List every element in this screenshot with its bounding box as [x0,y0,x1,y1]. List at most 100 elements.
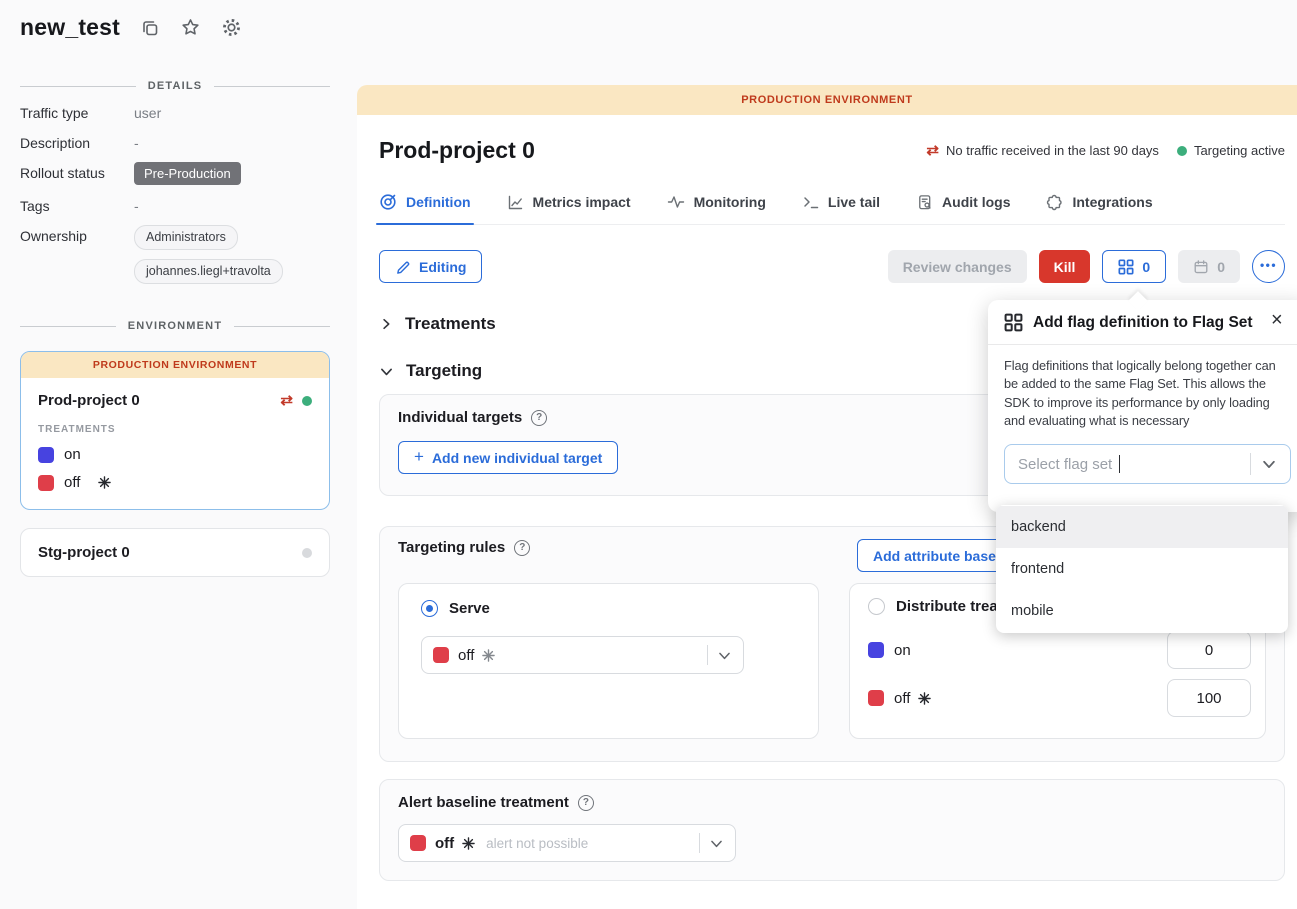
app-header: new_test [20,14,242,41]
toolbar: Editing Review changes Kill 0 [379,250,1285,283]
popover-title: Add flag definition to Flag Set [1033,314,1253,332]
close-icon[interactable]: × [1271,310,1283,330]
targeting-status: Targeting active [1177,143,1285,158]
divider [707,645,708,665]
treatments-heading: TREATMENTS [38,424,312,435]
flag-set-option-backend[interactable]: backend [996,506,1288,548]
tags-value: - [134,198,139,215]
no-traffic-icon: ⇄ [926,143,939,158]
alert-baseline-select[interactable]: off alert not possible [398,824,736,862]
distribute-row-off: off [864,679,1251,717]
editing-button[interactable]: Editing [379,250,482,283]
star-icon[interactable] [180,17,201,38]
select-placeholder: Select flag set [1018,456,1112,473]
treatment-off-row: off [38,474,312,491]
page-title: Prod-project 0 [379,137,535,164]
rollout-status-badge: Pre-Production [134,162,241,185]
tab-definition[interactable]: Definition [379,193,471,224]
distribute-radio[interactable] [868,598,885,615]
flag-sets-button[interactable]: 0 [1102,250,1166,283]
divider [699,833,700,853]
treatment-on-swatch [38,447,54,463]
schedule-count: 0 [1217,259,1225,275]
gear-icon[interactable] [221,17,242,38]
screen: new_test DETAILS Traffic type user Desc [0,0,1297,909]
flag-set-dropdown: backend frontend mobile [996,505,1288,633]
tab-audit-logs[interactable]: Audit logs [916,193,1010,224]
default-treatment-asterisk-icon [98,476,111,489]
divider [20,326,116,327]
flag-set-option-mobile[interactable]: mobile [996,590,1288,632]
schedule-button[interactable]: 0 [1178,250,1240,283]
popover-description: Flag definitions that logically belong t… [1004,357,1292,430]
flag-set-option-frontend[interactable]: frontend [996,548,1288,590]
divider [1250,453,1251,475]
owner-pill[interactable]: johannes.liegl+travolta [134,259,283,284]
details-heading: DETAILS [20,80,330,92]
owner-pill[interactable]: Administrators [134,225,238,250]
help-icon[interactable]: ? [578,795,594,811]
chevron-down-icon [709,836,724,851]
flag-set-grid-icon [1004,313,1023,332]
treatment-on-row: on [38,446,312,463]
review-changes-button[interactable]: Review changes [888,250,1027,283]
serve-label: Serve [449,600,490,617]
flag-sets-count: 0 [1142,259,1150,275]
individual-targets-title: Individual targets [398,409,522,426]
treatment-off-swatch [38,475,54,491]
default-treatment-asterisk-icon [482,649,495,662]
kill-button[interactable]: Kill [1039,250,1091,283]
help-icon[interactable]: ? [514,540,530,556]
tab-live-tail[interactable]: Live tail [802,193,880,224]
more-actions-button[interactable]: ••• [1252,250,1285,283]
alert-baseline-title: Alert baseline treatment [398,794,569,811]
default-treatment-asterisk-icon [462,837,475,850]
detail-row-rollout-status: Rollout status Pre-Production [20,165,330,185]
environment-name: Stg-project 0 [38,544,130,561]
percent-input-off[interactable] [1167,679,1251,717]
flag-set-select-input[interactable]: Select flag set [1004,444,1291,484]
default-treatment-asterisk-icon [918,692,931,705]
targeting-rules-title: Targeting rules [398,539,505,556]
copy-icon[interactable] [140,18,160,38]
detail-row-description: Description - [20,135,330,152]
tab-monitoring[interactable]: Monitoring [667,193,766,224]
environment-card-staging[interactable]: Stg-project 0 [20,528,330,577]
description-value: - [134,135,139,152]
sidebar: DETAILS Traffic type user Description - … [20,80,330,577]
chevron-right-icon [379,317,393,331]
treatment-off-swatch [868,690,884,706]
production-environment-banner: PRODUCTION ENVIRONMENT [357,85,1297,115]
divider [988,344,1297,345]
flag-title: new_test [20,14,120,41]
distribute-row-on: on [864,631,1251,669]
treatment-off-swatch [433,647,449,663]
detail-row-traffic-type: Traffic type user [20,105,330,122]
environment-heading: ENVIRONMENT [20,320,330,332]
help-icon[interactable]: ? [531,410,547,426]
environment-name: Prod-project 0 [38,392,140,409]
divider [234,326,330,327]
environment-card-production[interactable]: PRODUCTION ENVIRONMENT Prod-project 0 ⇄ … [20,351,330,510]
treatment-on-swatch [868,642,884,658]
serve-card: Serve off [398,583,819,739]
chevron-down-icon [379,364,394,379]
alert-baseline-panel: Alert baseline treatment ? off alert not… [379,779,1285,881]
traffic-type-value: user [134,105,161,122]
tab-metrics-impact[interactable]: Metrics impact [507,193,631,224]
tab-integrations[interactable]: Integrations [1046,193,1152,224]
percent-input-on[interactable] [1167,631,1251,669]
divider [214,86,330,87]
tab-bar: Definition Metrics impact Monitoring Liv… [379,193,1285,225]
chevron-down-icon [717,648,732,663]
serve-radio[interactable] [421,600,438,617]
serve-treatment-select[interactable]: off [421,636,744,674]
add-individual-target-button[interactable]: + Add new individual target [398,441,618,474]
detail-row-ownership: Ownership Administrators johannes.liegl+… [20,228,330,284]
divider [20,86,136,87]
add-flag-set-popover: Add flag definition to Flag Set × Flag d… [988,300,1297,512]
page-header: Prod-project 0 ⇄ No traffic received in … [379,137,1285,164]
plus-icon: + [414,447,424,467]
ownership-pills: Administrators johannes.liegl+travolta [134,225,283,284]
traffic-status: ⇄ No traffic received in the last 90 day… [926,143,1159,158]
